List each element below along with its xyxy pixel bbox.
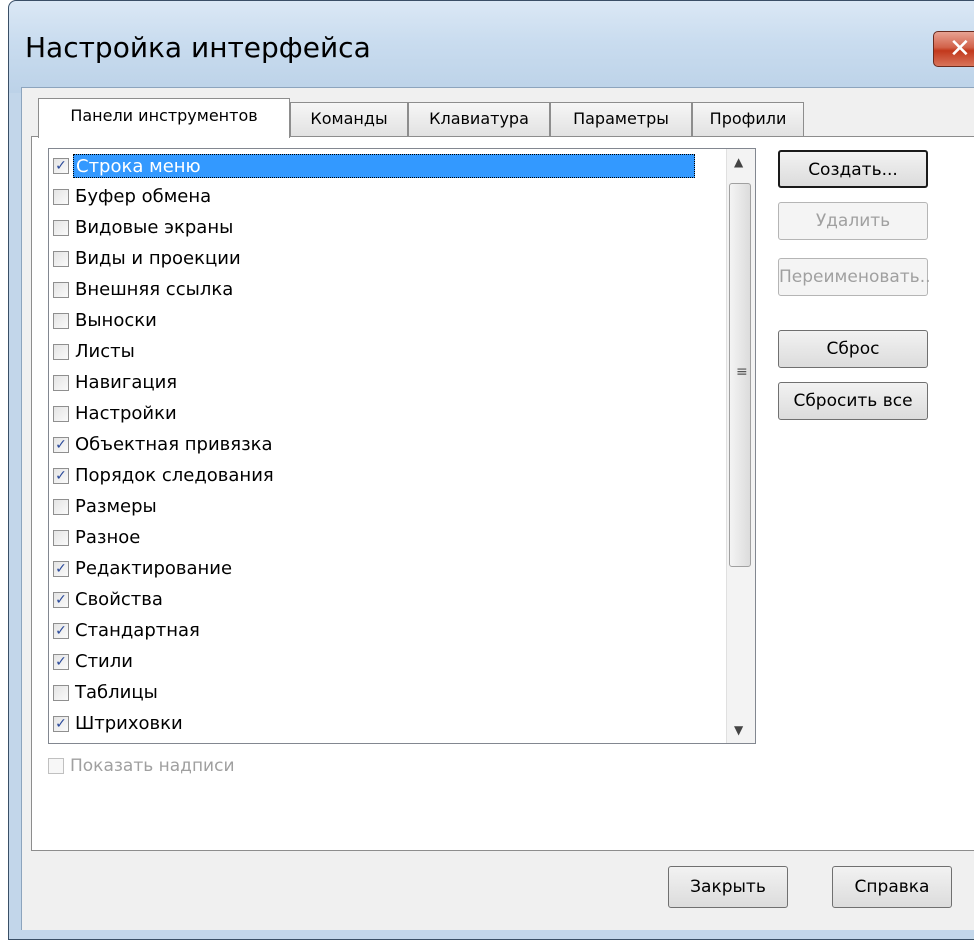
checkmark-icon: ✓ <box>55 437 67 453</box>
rename-button[interactable]: Переименовать.. <box>778 258 931 296</box>
checkbox[interactable]: ✓ <box>53 716 69 732</box>
close-icon: ✕ <box>949 34 971 64</box>
list-item[interactable]: Виды и проекции <box>53 244 727 274</box>
scroll-up-arrow-icon[interactable]: ▲ <box>734 155 743 169</box>
tab-parameters[interactable]: Параметры <box>550 102 692 136</box>
checkbox[interactable]: ✓ <box>53 158 69 174</box>
list-item[interactable]: Выноски <box>53 306 727 336</box>
help-button[interactable]: Справка <box>832 866 952 908</box>
list-item[interactable]: ✓ Стандартная <box>53 616 727 646</box>
close-dialog-button[interactable]: Закрыть <box>668 866 788 908</box>
title-bar[interactable]: Настройка интерфейса ✕ <box>9 1 974 93</box>
list-item[interactable]: Настройки <box>53 399 727 429</box>
tab-toolbars[interactable]: Панели инструментов <box>38 98 290 138</box>
delete-button[interactable]: Удалить <box>778 202 928 240</box>
list-item-label: Стили <box>75 651 133 672</box>
list-item-label: Свойства <box>75 589 163 610</box>
list-item[interactable]: Видовые экраны <box>53 213 727 243</box>
toolbars-list[interactable]: ✓ Строка меню Буфер обмена Видовые экраны Ви… <box>48 148 756 744</box>
checkbox[interactable]: ✓ <box>53 561 69 577</box>
list-item[interactable]: Разное <box>53 523 727 553</box>
list-item[interactable]: ✓ Строка меню <box>53 151 727 181</box>
list-item[interactable]: Таблицы <box>53 678 727 708</box>
list-item[interactable]: ✓ Редактирование <box>53 554 727 584</box>
checkbox[interactable] <box>53 189 69 205</box>
list-item-label: Выноски <box>75 310 157 331</box>
list-item[interactable]: ✓ Порядок следования <box>53 461 727 491</box>
list-item-label: Таблицы <box>75 682 158 703</box>
checkbox[interactable] <box>53 344 69 360</box>
tab-profiles[interactable]: Профили <box>692 102 804 136</box>
list-item-label: Штриховки <box>75 713 183 734</box>
reset-button[interactable]: Сброс <box>778 330 928 368</box>
tab-keyboard[interactable]: Клавиатура <box>408 102 550 136</box>
reset-all-button[interactable]: Сбросить все <box>778 382 928 420</box>
scrollbar-thumb[interactable]: ≡ <box>729 183 751 567</box>
checkbox[interactable] <box>48 758 64 774</box>
grip-icon: ≡ <box>736 364 748 380</box>
checkbox[interactable] <box>53 406 69 422</box>
checkbox[interactable] <box>53 220 69 236</box>
list-item[interactable]: ✓ Объектная привязка <box>53 430 727 460</box>
list-item-label: Внешняя ссылка <box>75 279 234 300</box>
tab-commands[interactable]: Команды <box>290 102 408 136</box>
checkbox[interactable]: ✓ <box>53 437 69 453</box>
dialog-window: Настройка интерфейса ✕ Панели инструмент… <box>8 0 974 940</box>
list-item[interactable]: Листы <box>53 337 727 367</box>
checkbox[interactable] <box>53 375 69 391</box>
checkbox[interactable] <box>53 282 69 298</box>
checkbox[interactable] <box>53 251 69 267</box>
list-item-label: Стандартная <box>75 620 200 641</box>
scroll-down-arrow-icon[interactable]: ▼ <box>734 723 743 737</box>
list-item-label: Редактирование <box>75 558 233 579</box>
list-item[interactable]: Навигация <box>53 368 727 398</box>
checkmark-icon: ✓ <box>55 623 67 639</box>
vertical-scrollbar[interactable]: ▲ ≡ ▼ <box>726 149 755 743</box>
show-labels-label: Показать надписи <box>70 756 235 776</box>
list-item-label: Порядок следования <box>75 465 274 486</box>
checkbox[interactable] <box>53 499 69 515</box>
checkbox[interactable]: ✓ <box>53 623 69 639</box>
list-item-label: Размеры <box>75 496 157 517</box>
list-item[interactable]: Размеры <box>53 492 727 522</box>
list-item-label: Объектная привязка <box>75 434 273 455</box>
checkmark-icon: ✓ <box>55 158 67 174</box>
list-item-label: Видовые экраны <box>75 217 234 238</box>
checkmark-icon: ✓ <box>55 716 67 732</box>
window-title: Настройка интерфейса <box>25 31 371 64</box>
list-item[interactable]: ✓ Стили <box>53 647 727 677</box>
list-item-label: Виды и проекции <box>75 248 241 269</box>
list-item-label: Листы <box>75 341 135 362</box>
checkbox[interactable] <box>53 685 69 701</box>
list-item-label: Разное <box>75 527 141 548</box>
checkbox[interactable] <box>53 530 69 546</box>
checkmark-icon: ✓ <box>55 592 67 608</box>
dialog-client-area: Панели инструментов Команды Клавиатура П… <box>21 87 974 930</box>
checkbox[interactable] <box>53 313 69 329</box>
checkbox[interactable]: ✓ <box>53 468 69 484</box>
checkbox[interactable]: ✓ <box>53 654 69 670</box>
list-item[interactable]: ✓ Свойства <box>53 585 727 615</box>
list-item-label: Буфер обмена <box>75 186 212 207</box>
list-item[interactable]: Буфер обмена <box>53 182 727 212</box>
create-button[interactable]: Создать... <box>778 150 928 188</box>
list-item[interactable]: ✓ Штриховки <box>53 709 727 739</box>
close-button[interactable]: ✕ <box>933 31 974 67</box>
checkmark-icon: ✓ <box>55 654 67 670</box>
list-item-label: Навигация <box>75 372 178 393</box>
checkmark-icon: ✓ <box>55 468 67 484</box>
list-item[interactable]: Внешняя ссылка <box>53 275 727 305</box>
checkbox[interactable]: ✓ <box>53 592 69 608</box>
list-item-label: Строка меню <box>73 154 695 178</box>
list-item-label: Настройки <box>75 403 177 424</box>
checkmark-icon: ✓ <box>55 561 67 577</box>
